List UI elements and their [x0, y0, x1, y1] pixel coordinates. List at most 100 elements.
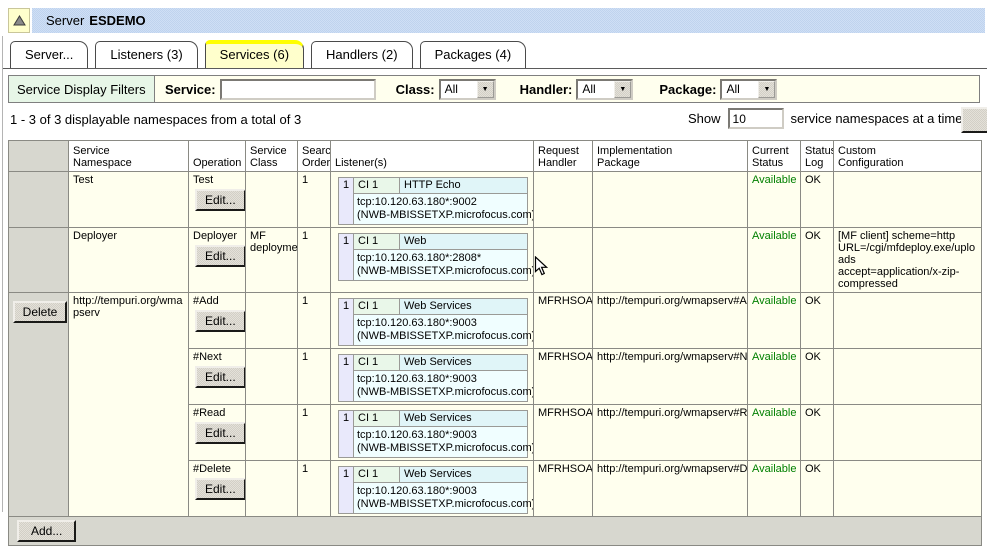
current-status-cell: Available — [748, 349, 801, 405]
status-log-cell: OK — [801, 405, 834, 461]
listeners-cell: 1 CI 1 Web Services tcp:10.120.63.180*:9… — [331, 349, 534, 405]
listener-host: (NWB-MBISSETXP.microfocus.com) — [357, 330, 524, 343]
show-label: Show — [688, 111, 721, 126]
column-header-current-status: Current Status — [748, 141, 801, 172]
add-button[interactable]: Add... — [17, 520, 76, 542]
chevron-down-icon[interactable]: ▼ — [758, 81, 775, 98]
service-class-cell — [246, 349, 298, 405]
package-filter-select[interactable]: All ▼ — [720, 79, 777, 100]
listener-host: (NWB-MBISSETXP.microfocus.com) — [357, 209, 524, 222]
search-order-cell: 1 — [298, 228, 331, 293]
tab-services[interactable]: Services (6) — [205, 40, 304, 68]
chevron-down-icon[interactable]: ▼ — [614, 81, 631, 98]
status-log-cell: OK — [801, 461, 834, 517]
namespace-cell: http://tempuri.org/wmapserv — [69, 293, 189, 517]
filter-title: Service Display Filters — [9, 76, 155, 102]
custom-configuration-cell — [834, 405, 982, 461]
class-filter-label: Class: — [396, 82, 435, 97]
status-log-cell: OK — [801, 293, 834, 349]
edit-button[interactable]: Edit... — [195, 422, 246, 444]
column-header-operation: Operation — [189, 141, 246, 172]
row-actions-cell: Delete — [9, 293, 69, 517]
delete-button[interactable]: Delete — [13, 301, 67, 323]
show-count-input[interactable] — [728, 108, 784, 129]
custom-configuration-cell — [834, 461, 982, 517]
operation-cell: #Delete Edit... — [189, 461, 246, 517]
handler-filter-value: All — [578, 81, 614, 98]
operation-cell: #Add Edit... — [189, 293, 246, 349]
current-status-cell: Available — [748, 461, 801, 517]
implementation-package-cell: http://tempuri.org/wmapserv#Next — [593, 349, 748, 405]
listener-address: tcp:10.120.63.180*:9003 (NWB-MBISSETXP.m… — [354, 483, 527, 513]
listener-address: tcp:10.120.63.180*:9003 (NWB-MBISSETXP.m… — [354, 371, 527, 401]
tab-server[interactable]: Server... — [10, 41, 88, 68]
implementation-package-cell — [593, 228, 748, 293]
tab-handlers[interactable]: Handlers (2) — [311, 41, 413, 68]
operation-name: #Next — [193, 351, 241, 363]
show-per-page-group: Show service namespaces at a time — [688, 108, 963, 129]
namespace-cell: Test — [69, 172, 189, 228]
listener-number: 1 — [339, 355, 354, 401]
operation-cell: #Next Edit... — [189, 349, 246, 405]
listener-number: 1 — [339, 234, 354, 280]
listener-number: 1 — [339, 467, 354, 513]
custom-configuration-cell — [834, 293, 982, 349]
status-log-cell: OK — [801, 172, 834, 228]
listener-conversation: CI 1 — [354, 467, 400, 483]
tab-strip: Server... Listeners (3) Services (6) Han… — [10, 41, 526, 68]
edit-button[interactable]: Edit... — [195, 245, 246, 267]
listener-endpoint: tcp:10.120.63.180*:9003 — [357, 317, 524, 330]
edit-button[interactable]: Edit... — [195, 189, 246, 211]
listener-box: 1 CI 1 Web Services tcp:10.120.63.180*:9… — [338, 410, 528, 458]
class-filter-select[interactable]: All ▼ — [439, 79, 496, 100]
column-header-service-class: Service Class — [246, 141, 298, 172]
request-handler-cell — [534, 172, 593, 228]
operation-name: #Delete — [193, 463, 241, 475]
tab-listeners[interactable]: Listeners (3) — [95, 41, 197, 68]
column-header-status-log: Status Log — [801, 141, 834, 172]
column-header-actions — [9, 141, 69, 172]
edit-button[interactable]: Edit... — [195, 478, 246, 500]
current-status-cell: Available — [748, 228, 801, 293]
listener-address: tcp:10.120.63.180*:9003 (NWB-MBISSETXP.m… — [354, 315, 527, 345]
server-name: ESDEMO — [89, 13, 145, 28]
operation-cell: Deployer Edit... — [189, 228, 246, 293]
listener-endpoint: tcp:10.120.63.180*:9003 — [357, 373, 524, 386]
service-filter-input[interactable] — [220, 79, 376, 100]
request-handler-cell: MFRHSOAP — [534, 405, 593, 461]
package-filter-label: Package: — [659, 82, 716, 97]
listener-box: 1 CI 1 Web Services tcp:10.120.63.180*:9… — [338, 298, 528, 346]
show-suffix-label: service namespaces at a time — [791, 111, 963, 126]
request-handler-cell: MFRHSOAP — [534, 293, 593, 349]
class-filter-value: All — [441, 81, 477, 98]
operation-name: #Read — [193, 407, 241, 419]
listeners-cell: 1 CI 1 Web Services tcp:10.120.63.180*:9… — [331, 293, 534, 349]
listener-name: HTTP Echo — [400, 178, 527, 194]
edit-button[interactable]: Edit... — [195, 310, 246, 332]
search-order-cell: 1 — [298, 349, 331, 405]
operation-cell: #Read Edit... — [189, 405, 246, 461]
pagination-button[interactable] — [961, 107, 987, 133]
listener-endpoint: tcp:10.120.63.180*:9003 — [357, 485, 524, 498]
row-actions-cell — [9, 228, 69, 293]
service-filter-label: Service: — [165, 82, 216, 97]
column-header-implementation-package: Implementation Package — [593, 141, 748, 172]
handler-filter-select[interactable]: All ▼ — [576, 79, 633, 100]
column-header-namespace: Service Namespace — [69, 141, 189, 172]
search-order-cell: 1 — [298, 405, 331, 461]
tab-packages[interactable]: Packages (4) — [420, 41, 527, 68]
implementation-package-cell: http://tempuri.org/wmapserv#Read — [593, 405, 748, 461]
collapse-toggle[interactable] — [8, 8, 30, 33]
service-class-cell — [246, 461, 298, 517]
listener-conversation: CI 1 — [354, 411, 400, 427]
operation-name: #Add — [193, 295, 241, 307]
listeners-cell: 1 CI 1 Web tcp:10.120.63.180*:2808* (NWB… — [331, 228, 534, 293]
edit-button[interactable]: Edit... — [195, 366, 246, 388]
listener-conversation: CI 1 — [354, 178, 400, 194]
listener-number: 1 — [339, 411, 354, 457]
implementation-package-cell: http://tempuri.org/wmapserv#Delete — [593, 461, 748, 517]
request-handler-cell: MFRHSOAP — [534, 349, 593, 405]
chevron-down-icon[interactable]: ▼ — [477, 81, 494, 98]
operation-name: Test — [193, 174, 241, 186]
column-header-custom-configuration: Custom Configuration — [834, 141, 982, 172]
